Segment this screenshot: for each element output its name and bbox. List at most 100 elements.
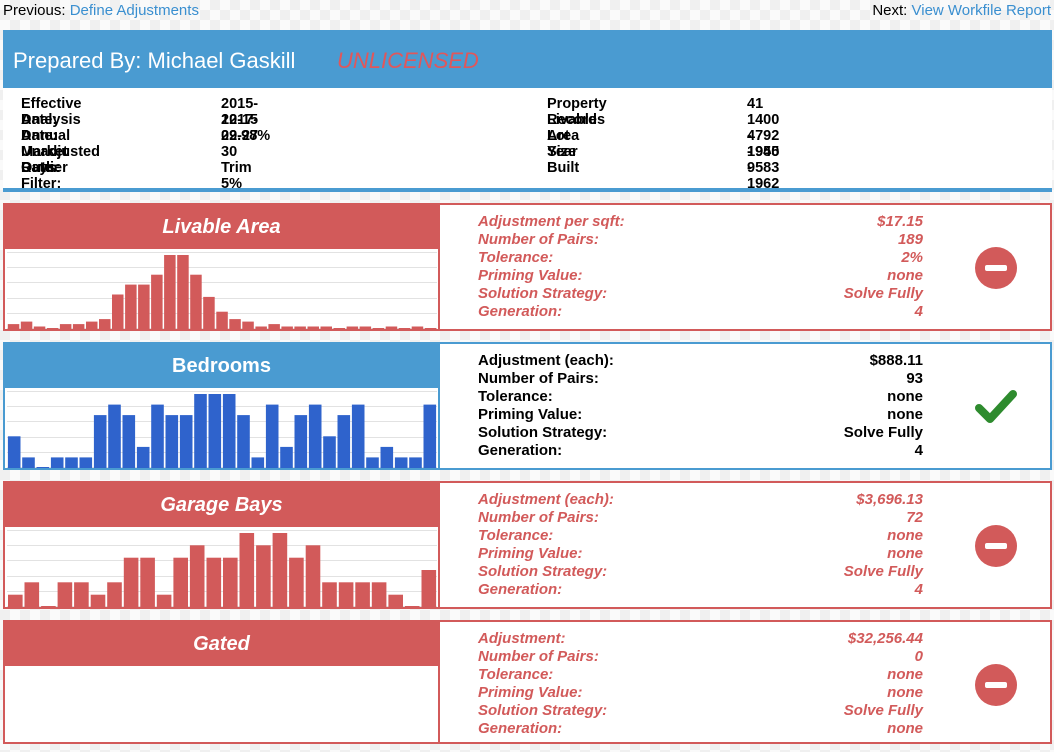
histogram-bar xyxy=(189,545,205,607)
top-navigation: Previous: Define Adjustments Next: View … xyxy=(3,2,1051,22)
histogram-bar xyxy=(394,457,408,468)
histogram-bar xyxy=(79,457,93,468)
histogram-bar xyxy=(8,594,23,607)
detail-value: 93 xyxy=(906,370,923,387)
histogram-bar xyxy=(421,570,437,607)
histogram-bar xyxy=(165,415,179,468)
adjustment-card-gated: Gated Adjustment: $32,256.44 Number of Pa… xyxy=(3,620,1052,744)
histogram-bar xyxy=(256,545,271,607)
detail-label: Number of Pairs: xyxy=(478,509,599,526)
detail-value: none xyxy=(887,720,923,737)
detail-label: Number of Pairs: xyxy=(478,231,599,248)
histogram-bar xyxy=(74,582,89,607)
report-header: Prepared By: Michael Gaskill UNLICENSED xyxy=(3,30,1052,88)
detail-row: Generation: 4 xyxy=(478,303,923,321)
histogram-bar xyxy=(359,326,372,329)
histogram-bar xyxy=(156,594,172,607)
histogram-bar xyxy=(72,324,85,329)
reject-toggle-button[interactable] xyxy=(975,525,1017,567)
distribution-histogram xyxy=(7,391,437,468)
histogram-bar xyxy=(164,255,176,329)
detail-row: Adjustment (each): $3,696.13 xyxy=(478,491,923,509)
histogram-bar xyxy=(351,404,365,468)
detail-row: Generation: 4 xyxy=(478,442,923,460)
histogram-bar xyxy=(404,606,420,607)
histogram-bar xyxy=(36,467,50,468)
histogram-bar xyxy=(177,255,189,329)
histogram-bar xyxy=(322,582,337,607)
histogram-bar xyxy=(337,415,351,468)
histogram-bar xyxy=(179,415,193,468)
detail-value: 0 xyxy=(914,648,923,665)
histogram-bar xyxy=(151,274,163,329)
card-title: Livable Area xyxy=(5,205,438,249)
histogram-bar xyxy=(216,311,228,329)
histogram-bar xyxy=(24,582,40,607)
minus-circle-icon xyxy=(975,525,1017,567)
histogram-bar xyxy=(203,296,215,329)
detail-row: Number of Pairs: 72 xyxy=(478,509,923,527)
previous-label: Previous: xyxy=(3,2,66,19)
histogram-bar xyxy=(108,404,121,468)
histogram-bar xyxy=(346,326,359,329)
detail-value: $3,696.13 xyxy=(856,491,923,508)
card-title: Gated xyxy=(5,622,438,666)
histogram-bar xyxy=(251,457,265,468)
next-nav: Next: View Workfile Report xyxy=(872,2,1051,19)
histogram-bar xyxy=(281,326,293,329)
card-chart-panel: Garage Bays xyxy=(5,483,440,607)
detail-row: Adjustment per sqft: $17.15 xyxy=(478,213,923,231)
detail-label: Number of Pairs: xyxy=(478,648,599,665)
detail-label: Adjustment per sqft: xyxy=(478,213,625,230)
detail-label: Tolerance: xyxy=(478,666,554,683)
histogram-bar xyxy=(424,328,437,329)
detail-label: Generation: xyxy=(478,303,563,320)
histogram-bar xyxy=(57,582,73,607)
detail-value: Solve Fully xyxy=(843,563,923,580)
detail-row: Adjustment (each): $888.11 xyxy=(478,352,923,370)
view-workfile-report-link[interactable]: View Workfile Report xyxy=(912,2,1052,19)
card-chart-panel: Bedrooms xyxy=(5,344,440,468)
detail-value: Solve Fully xyxy=(843,285,923,302)
define-adjustments-link[interactable]: Define Adjustments xyxy=(70,2,199,19)
detail-row: Number of Pairs: 0 xyxy=(478,648,923,666)
card-chart-panel: Livable Area xyxy=(5,205,440,329)
accept-toggle-button[interactable] xyxy=(975,386,1017,428)
detail-row: Priming Value: none xyxy=(478,267,923,285)
detail-row: Generation: none xyxy=(478,720,923,738)
detail-value: $32,256.44 xyxy=(847,630,923,647)
histogram-bar xyxy=(380,446,394,468)
histogram-bar xyxy=(423,404,437,468)
detail-label: Generation: xyxy=(478,442,563,459)
detail-row: Solution Strategy: Solve Fully xyxy=(478,563,923,581)
histogram-bar xyxy=(355,582,370,607)
detail-value: 189 xyxy=(897,231,923,248)
minus-circle-icon xyxy=(975,664,1017,706)
detail-value: none xyxy=(887,684,923,701)
histogram-bar xyxy=(7,324,20,329)
detail-value: $17.15 xyxy=(877,213,923,230)
histogram-bar xyxy=(255,326,267,329)
detail-label: Solution Strategy: xyxy=(478,702,608,719)
summary-value: 29.98% xyxy=(221,128,271,144)
histogram-bar xyxy=(280,446,293,468)
summary-value: 1950 - 1962 xyxy=(747,144,780,192)
reject-toggle-button[interactable] xyxy=(975,247,1017,289)
histogram-bar xyxy=(206,557,222,607)
histogram-bar xyxy=(372,328,385,329)
detail-row: Adjustment: $32,256.44 xyxy=(478,630,923,648)
histogram-bar xyxy=(112,294,124,329)
histogram-bar xyxy=(338,582,354,607)
histogram-bar xyxy=(138,284,150,329)
detail-value: none xyxy=(887,267,923,284)
reject-toggle-button[interactable] xyxy=(975,664,1017,706)
histogram-bar xyxy=(46,328,59,329)
detail-label: Solution Strategy: xyxy=(478,285,608,302)
adjustment-card-livable-area: Livable Area Adjustment per sqft: $17.15 … xyxy=(3,203,1052,331)
histogram-bar xyxy=(41,606,56,607)
histogram-bar xyxy=(388,594,403,607)
prepared-by-title: Prepared By: Michael Gaskill xyxy=(13,48,296,73)
summary-value: Trim 5% xyxy=(221,160,252,192)
detail-label: Tolerance: xyxy=(478,527,554,544)
histogram-bar xyxy=(190,274,202,329)
